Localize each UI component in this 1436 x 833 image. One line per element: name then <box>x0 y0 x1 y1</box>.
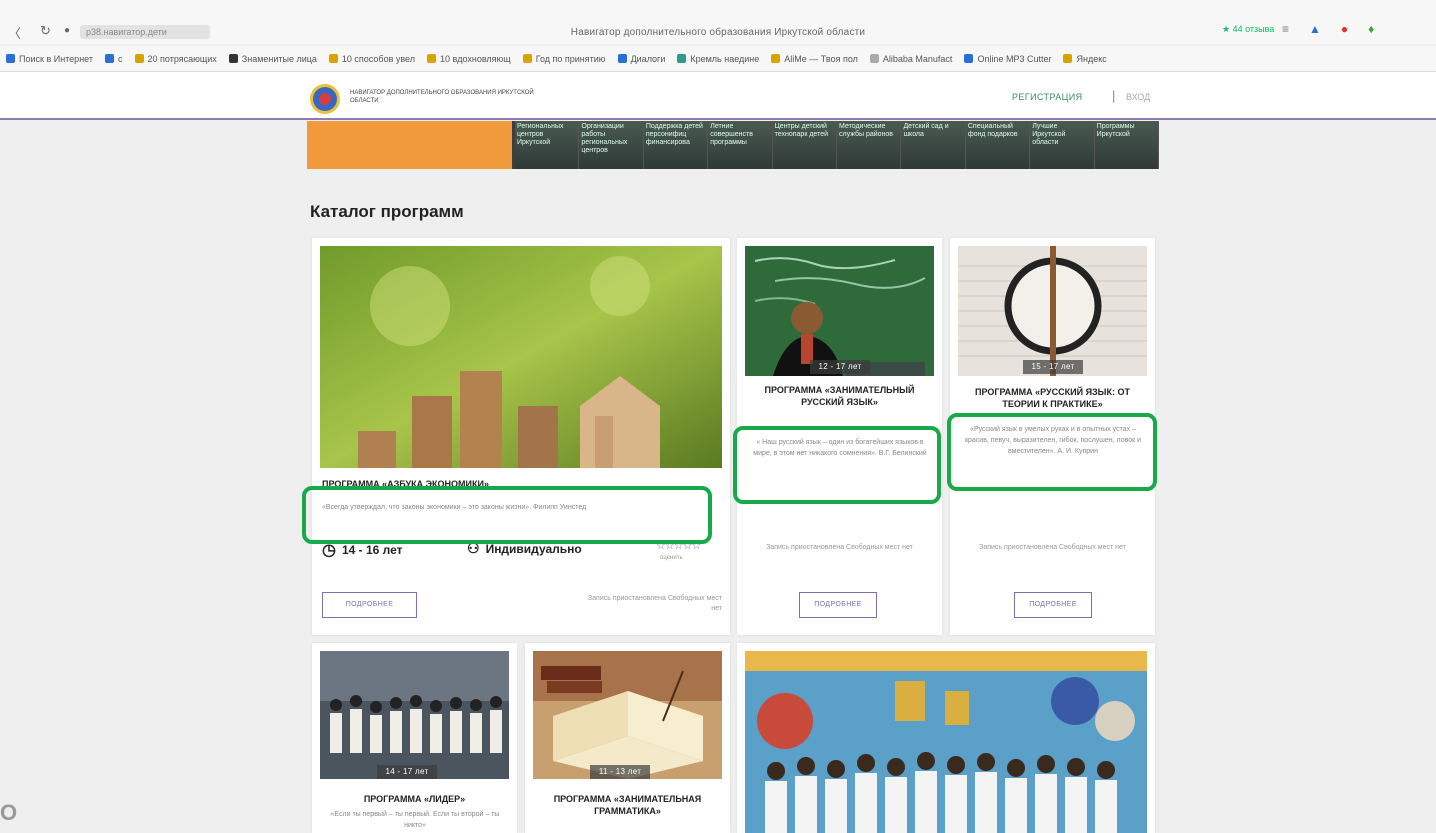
age-badge: 14 - 17 лет <box>377 765 437 779</box>
bookmark-item[interactable]: 10 вдохновляющ <box>427 54 511 64</box>
bookmark-item[interactable]: Яндекс <box>1063 54 1107 64</box>
coins-house-image <box>320 246 722 468</box>
bookmarks-bar: Поиск в Интернет с 20 потрясающих Знамен… <box>0 46 1436 72</box>
bookmark-item[interactable]: 10 способов увел <box>328 54 415 64</box>
banner-tile[interactable]: Лучшие Иркутской области <box>1030 121 1095 169</box>
age-badge: 15 - 17 лет <box>1023 360 1083 374</box>
program-card[interactable] <box>737 643 1155 833</box>
bookmark-item[interactable]: Кремль наедине <box>677 54 759 64</box>
program-image[interactable] <box>958 246 1147 376</box>
program-image[interactable] <box>320 246 722 468</box>
banner-tile[interactable]: Летние совершенств программы <box>708 121 773 169</box>
register-link[interactable]: РЕГИСТРАЦИЯ <box>1012 92 1082 102</box>
banner-tile[interactable]: Программы Иркутской <box>1094 121 1160 169</box>
menu-icon[interactable]: ≡ <box>1282 22 1289 36</box>
catalog-title: Каталог программ <box>310 202 464 221</box>
program-card[interactable]: ПРОГРАММА «АЗБУКА ЭКОНОМИКИ» «Всегда утв… <box>312 238 730 635</box>
program-image[interactable] <box>533 651 722 779</box>
site-logo-icon[interactable] <box>310 84 340 114</box>
book-image <box>533 651 722 779</box>
enrollment-note: Запись приостановлена Свободных мест нет <box>979 544 1126 551</box>
program-quote: «Если ты первый – ты первый. Если ты вто… <box>330 811 500 829</box>
age-badge: 12 - 17 лет <box>810 360 870 374</box>
enrollment-note: Запись приостановлена Свободных мест нет <box>587 595 722 612</box>
banner-orange-block <box>307 121 512 169</box>
program-title[interactable]: ПРОГРАММА «ЗАНИМАТЕЛЬНЫЙ РУССКИЙ ЯЗЫК» <box>747 384 932 408</box>
program-image[interactable] <box>320 651 509 779</box>
program-title[interactable]: ПРОГРАММА «ЛИДЕР» <box>322 793 507 805</box>
rate-link[interactable]: оценить <box>660 555 683 561</box>
watermark-letter: O <box>0 800 18 825</box>
program-card[interactable]: 11 - 13 лет ПРОГРАММА «ЗАНИМАТЕЛЬНАЯ ГРА… <box>525 643 730 833</box>
magnifier-book-image <box>958 246 1147 376</box>
bookmark-item[interactable]: AliMe — Твоя пол <box>771 54 858 64</box>
bookmark-item[interactable]: Alibaba Manufact <box>869 54 952 64</box>
details-button[interactable]: ПОДРОБНЕЕ <box>799 592 877 618</box>
quote-highlight <box>733 426 941 504</box>
bookmark-item[interactable]: Диалоги <box>617 54 665 64</box>
group-photo-image <box>320 651 509 779</box>
details-button[interactable]: ПОДРОБНЕЕ <box>322 592 417 618</box>
banner-tile[interactable]: Организации работы региональных центров <box>579 121 644 169</box>
adblock-icon[interactable]: ● <box>1341 22 1348 36</box>
pin-icon[interactable]: ♦ <box>1368 22 1374 36</box>
banner-tile[interactable]: Поддержка детей персонифиц финансирова <box>643 121 709 169</box>
bookmark-item[interactable]: Год по принятию <box>522 54 606 64</box>
banner-tile[interactable]: Специальный фонд подарков <box>965 121 1031 169</box>
program-image[interactable] <box>745 651 1147 833</box>
details-button[interactable]: ПОДРОБНЕЕ <box>1014 592 1092 618</box>
program-title[interactable]: ПРОГРАММА «РУССКИЙ ЯЗЫК: ОТ ТЕОРИИ К ПРА… <box>958 386 1147 410</box>
age-badge: 11 - 13 лет <box>590 765 650 779</box>
program-title[interactable]: ПРОГРАММА «ЗАНИМАТЕЛЬНАЯ ГРАММАТИКА» <box>535 793 720 817</box>
bookmark-item[interactable]: Поиск в Интернет <box>6 54 93 64</box>
banner-tile[interactable]: Методические службы районов <box>837 121 902 169</box>
enrollment-note: Запись приостановлена Свободных мест нет <box>766 544 913 551</box>
login-link[interactable]: ВХОД <box>1126 92 1150 102</box>
extension-icon[interactable]: ▲ <box>1309 22 1321 36</box>
bookmark-item[interactable]: 20 потрясающих <box>134 54 217 64</box>
banner-tile[interactable]: Региональных центров Иркутской <box>515 121 580 169</box>
site-header: Навигатор дополнительного образования Ир… <box>0 72 1436 120</box>
bookmark-item[interactable]: Online MP3 Cutter <box>964 54 1051 64</box>
quote-highlight <box>302 486 712 544</box>
category-banner: Региональных центров Иркутской Организац… <box>307 121 1160 169</box>
site-logo-text[interactable]: Навигатор дополнительного образования Ир… <box>350 89 540 105</box>
children-award-image <box>745 651 1147 833</box>
header-separator: | <box>1112 88 1116 103</box>
quote-highlight <box>947 413 1157 491</box>
reviews-badge[interactable]: ★ 44 отзыва <box>1222 24 1274 35</box>
program-image[interactable] <box>745 246 934 376</box>
bookmark-item[interactable]: Знаменитые лица <box>228 54 317 64</box>
banner-tile[interactable]: Центры детский технопарк детей <box>772 121 838 169</box>
bookmark-item[interactable]: с <box>105 54 123 64</box>
chalkboard-girl-image <box>745 246 934 376</box>
banner-tile[interactable]: Детский сад и школа <box>901 121 966 169</box>
tab-title: Навигатор дополнительного образования Ир… <box>570 27 866 38</box>
program-card[interactable]: 14 - 17 лет ПРОГРАММА «ЛИДЕР» «Если ты п… <box>312 643 517 833</box>
